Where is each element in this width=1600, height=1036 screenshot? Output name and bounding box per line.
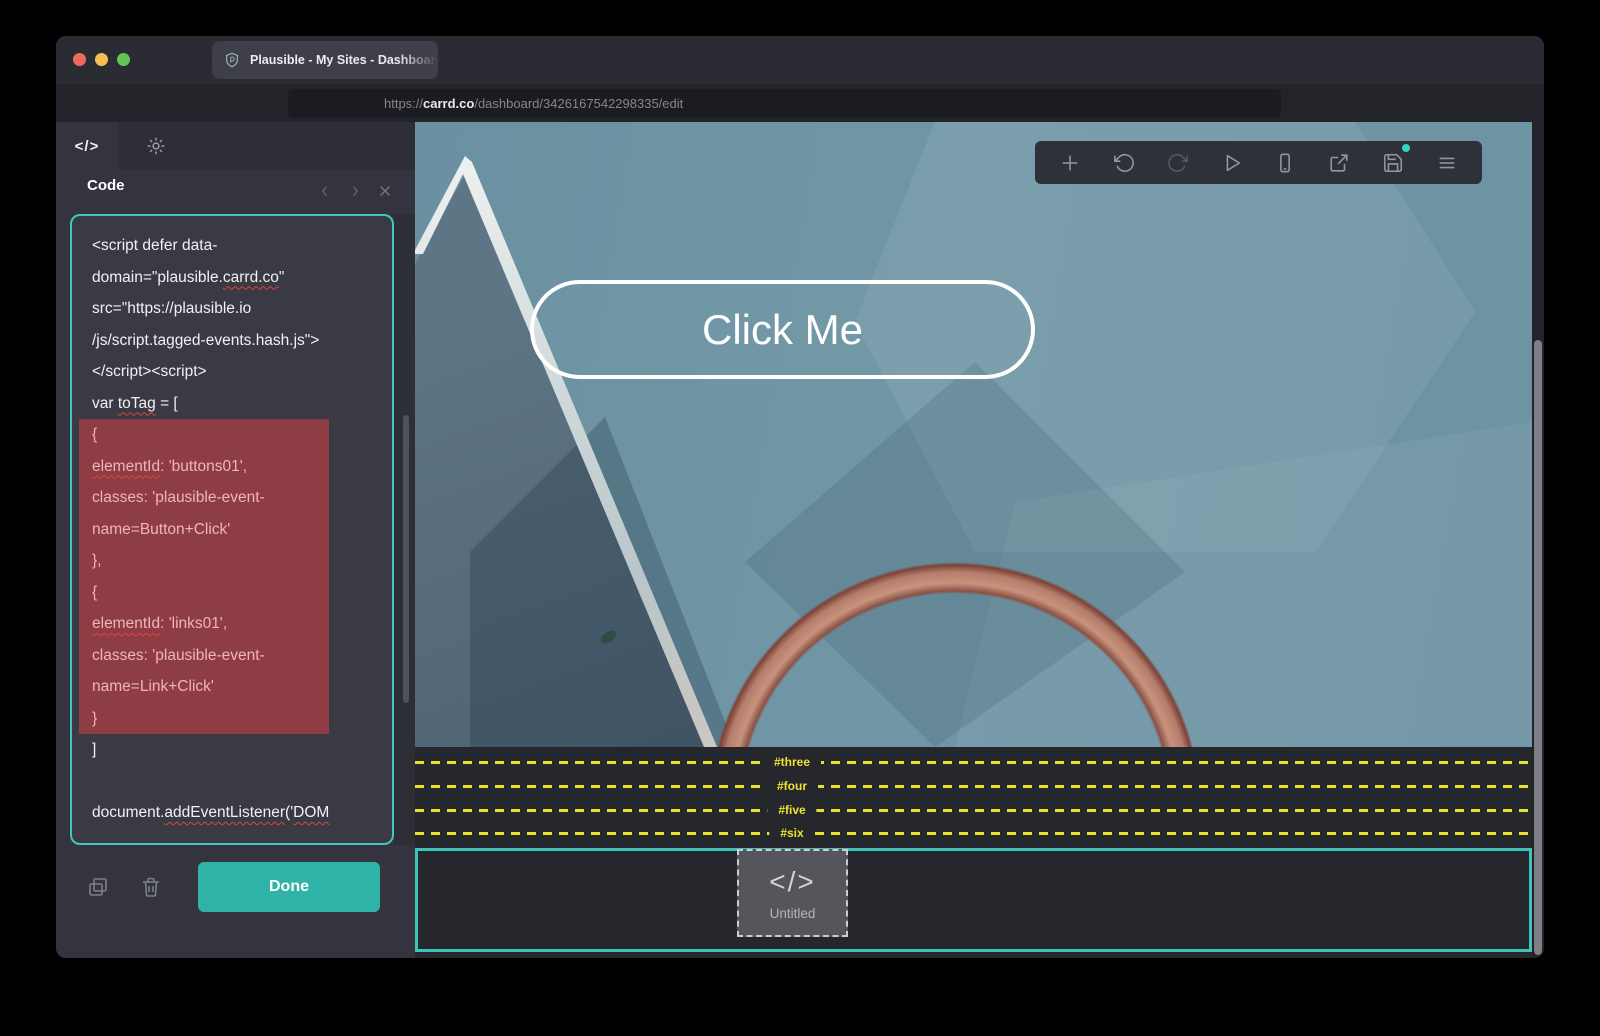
editor-content: </> Code: [56, 122, 1544, 958]
close-icon[interactable]: [376, 182, 394, 200]
code-line: {: [79, 577, 329, 609]
save-icon: [1382, 152, 1404, 174]
play-icon[interactable]: [1221, 152, 1243, 174]
code-line: name=Button+Click': [79, 514, 329, 546]
anchor-dashed-line: [415, 761, 1532, 764]
code-line: elementId: 'buttons01',: [79, 451, 329, 483]
code-icon: </>: [75, 138, 100, 155]
anchor-dashed-line: [415, 809, 1532, 812]
redo-icon[interactable]: [1167, 152, 1189, 174]
duplicate-icon[interactable]: [86, 875, 110, 899]
anchor-row: #six: [415, 825, 1532, 841]
code-line: },: [79, 545, 329, 577]
code-element-icon: </>: [769, 866, 815, 898]
browser-tab[interactable]: Plausible - My Sites - Dashboard: [212, 41, 438, 79]
code-line: name=Link+Click': [79, 671, 329, 703]
untitled-code-element[interactable]: </> Untitled: [737, 849, 848, 937]
page-scrollbar-track: [1532, 122, 1544, 958]
click-me-button[interactable]: Click Me: [530, 280, 1035, 379]
anchor-label[interactable]: #six: [769, 825, 814, 841]
code-line: ]: [72, 734, 392, 766]
anchor-label[interactable]: #three: [763, 754, 821, 770]
code-line: document.addEventListener('DOM: [72, 797, 392, 829]
mobile-icon[interactable]: [1274, 152, 1296, 174]
site-canvas: Click Me #three #four #five #six </> Untitl…: [415, 122, 1532, 958]
code-element-label: Untitled: [770, 906, 816, 921]
external-link-icon[interactable]: [1328, 152, 1350, 174]
code-line: <script defer data-: [72, 230, 392, 262]
tab-settings[interactable]: [136, 122, 176, 170]
done-button[interactable]: Done: [198, 862, 380, 912]
url-path: /dashboard/3426167542298335/edit: [474, 96, 683, 111]
code-lines: <script defer data-domain="plausible.car…: [72, 230, 392, 829]
code-line: classes: 'plausible-event-: [79, 482, 329, 514]
code-line: elementId: 'links01',: [79, 608, 329, 640]
browser-tabbar: Plausible - My Sites - Dashboard: [56, 36, 1544, 84]
screenshot-stage: Plausible - My Sites - Dashboard https:/…: [0, 0, 1600, 1036]
panel-title: Code: [87, 177, 125, 194]
code-line: src="https://plausible.io: [72, 293, 392, 325]
code-line: var toTag = [: [72, 388, 392, 420]
next-icon[interactable]: [346, 182, 364, 200]
plausible-favicon-icon: [224, 52, 240, 68]
panel-scrollbar-thumb[interactable]: [403, 415, 409, 703]
anchor-dashed-line: [415, 785, 1532, 788]
browser-window: Plausible - My Sites - Dashboard https:/…: [56, 36, 1544, 958]
anchor-row: #three: [415, 754, 1532, 770]
close-window-button[interactable]: [73, 53, 86, 66]
canvas-toolbar: [1035, 141, 1482, 184]
undo-icon[interactable]: [1113, 152, 1135, 174]
code-panel: </> Code: [56, 122, 415, 958]
browser-urlrow: https://carrd.co/dashboard/3426167542298…: [56, 84, 1544, 122]
gear-icon: [145, 135, 167, 157]
code-line: }: [79, 703, 329, 735]
page-scrollbar-thumb[interactable]: [1534, 340, 1542, 955]
unsaved-changes-dot: [1402, 144, 1410, 152]
code-line: domain="plausible.carrd.co": [72, 262, 392, 294]
anchor-row: #four: [415, 778, 1532, 794]
code-line: [72, 766, 392, 798]
url-scheme: https://: [384, 96, 423, 111]
tab-code[interactable]: </>: [56, 122, 118, 170]
url-field[interactable]: https://carrd.co/dashboard/3426167542298…: [288, 89, 1281, 118]
selected-section-outline[interactable]: [415, 848, 1532, 952]
panel-tabs: </>: [56, 122, 415, 170]
anchor-dashed-line: [415, 832, 1532, 835]
anchor-label[interactable]: #five: [767, 802, 816, 818]
anchor-row: #five: [415, 802, 1532, 818]
code-line: /js/script.tagged-events.hash.js">: [72, 325, 392, 357]
plus-icon[interactable]: [1059, 152, 1081, 174]
code-line: {: [79, 419, 329, 451]
hero-background-image: [415, 122, 1532, 747]
prev-icon[interactable]: [316, 182, 334, 200]
code-line: </script><script>: [72, 356, 392, 388]
save-button[interactable]: [1382, 152, 1404, 174]
trash-icon[interactable]: [139, 875, 163, 899]
anchor-label[interactable]: #four: [766, 778, 818, 794]
zoom-window-button[interactable]: [117, 53, 130, 66]
tab-title-fade: [398, 41, 438, 79]
url-domain: carrd.co: [423, 96, 474, 111]
minimize-window-button[interactable]: [95, 53, 108, 66]
menu-icon[interactable]: [1436, 152, 1458, 174]
code-textarea[interactable]: <script defer data-domain="plausible.car…: [70, 214, 394, 845]
code-line: classes: 'plausible-event-: [79, 640, 329, 672]
